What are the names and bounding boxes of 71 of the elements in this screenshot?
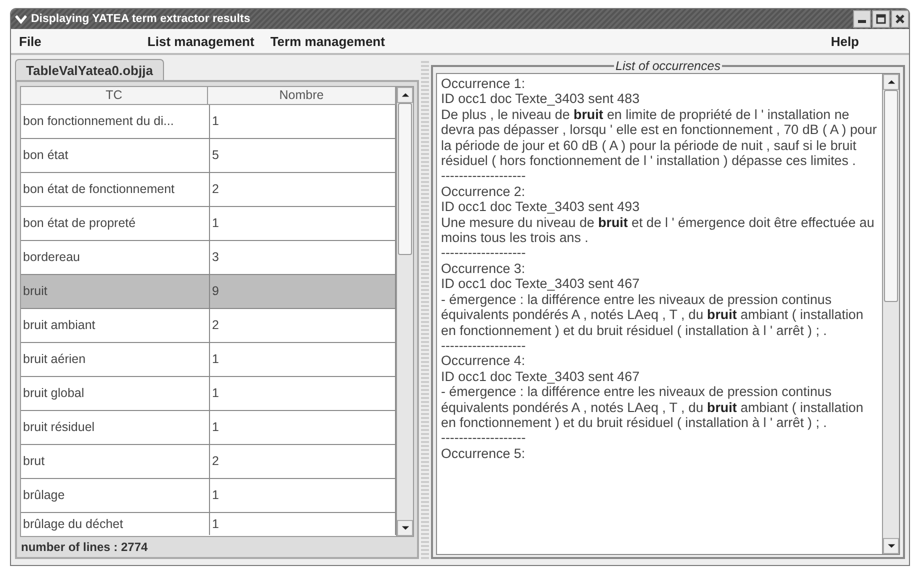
table-row[interactable]: brûlage 1 [21,479,396,513]
separator-line: ------------------- [441,168,527,184]
table-row[interactable]: bruit résiduel 1 [21,411,396,445]
table-row[interactable]: bruit aérien 1 [21,343,396,377]
table-row[interactable]: bruit 9 [21,275,396,309]
table-row[interactable]: bruit ambiant 2 [21,309,396,343]
occurrence-text: Une mesure du niveau de bruit et de l ' émergence doit être effectuée au moins tous les trois ans . [441,214,876,246]
window-title: Displaying YATEA term extractor results [31,13,250,25]
table-row[interactable]: bon état de fonctionnement 2 [21,173,396,207]
occurrence-id: ID occ1 doc Texte_3403 sent 493 [441,199,641,215]
separator-line: ------------------- [441,338,527,354]
occurrence-text: - émergence : la différence entre les niveaux de pression continus équivalents pondérés A , notés LAeq , T , du bruit ambiant ( installation en fonctionnement ) et du bruit résiduel ( installation à l ' arrêt ) ; . [441,384,864,430]
table-cell: bordereau [21,241,210,274]
table-cell: brûlage du déchet [21,513,210,535]
occurrence-text: - émergence : la différence entre les niveaux de pression continus équivalents pondérés A , notés LAeq , T , du bruit ambiant ( installation en fonctionnement ) et du bruit résiduel ( installation à l ' arrêt ) ; . [441,292,864,338]
maximize-button[interactable] [872,10,890,28]
table-cell: bruit [21,275,210,308]
table-cell: bruit résiduel [21,411,210,444]
table-cell: brûlage [21,479,210,512]
scroll-down-button[interactable] [397,520,413,536]
column-header[interactable]: TC [21,87,208,104]
separator-line: ------------------- [441,430,527,446]
occurrence-id: ID occ1 doc Texte_3403 sent 467 [441,276,641,292]
scrollbar[interactable] [396,87,413,536]
occurrence-heading: Occurrence 2: [441,184,526,200]
table-row[interactable]: bruit global 1 [21,377,396,411]
close-icon [895,14,905,24]
separator-line: ------------------- [441,245,527,261]
table-row[interactable]: bon fonctionnement du di... 1 [21,105,396,139]
table-cell: bon état [21,139,210,172]
panel-title: List of occurrences [614,59,722,73]
menu-item[interactable]: Term management [262,34,393,48]
occurrence-text: De plus , le niveau de bruit en limite de propriété de l ' installation ne devra pas dépasser , lorsqu ' elle est en fonctionnement , 70 dB ( A ) pour la période de jour et 60 dB ( A ) pour la période de nuit , sauf si le bruit résiduel ( hors fonctionnement de l ' installation ) dépasse ces limites . [441,106,878,168]
table-row[interactable]: bon état de propreté 1 [21,207,396,241]
line-count: number of lines : 2774 [20,539,149,555]
table-cell: bon état de propreté [21,207,210,240]
triangle-down-icon [886,543,896,549]
menu-item[interactable]: File [11,34,50,48]
triangle-up-icon [886,79,896,85]
occurrence-heading: Occurrence 4: [441,353,526,369]
menu-item[interactable]: Help [822,34,867,48]
table-cell: bon état de fonctionnement [21,173,210,206]
occurrence-heading: Occurrence 1: [441,76,526,92]
scroll-thumb[interactable] [884,90,898,302]
occurrence-heading: Occurrence 5: [441,446,526,462]
table-row[interactable]: brûlage du déchet 1 [21,513,396,535]
table-row[interactable]: bon état 5 [21,139,396,173]
close-button[interactable] [891,10,909,28]
scroll-down-button[interactable] [883,538,899,554]
scroll-up-button[interactable] [883,74,899,90]
table-row[interactable]: brut 2 [21,445,396,479]
maximize-icon [876,14,886,24]
occurrence-id: ID occ1 doc Texte_3403 sent 483 [441,91,641,107]
occurrence-heading: Occurrence 3: [441,260,526,276]
table-cell: bon fonctionnement du di... [21,105,210,138]
triangle-down-icon [400,525,410,531]
scrollbar[interactable] [882,74,899,554]
chevron-down-icon[interactable] [15,14,27,24]
occurrence-id: ID occ1 doc Texte_3403 sent 467 [441,368,641,384]
triangle-up-icon [400,92,410,98]
table-cell: bruit aérien [21,343,210,376]
table-row[interactable]: bordereau 3 [21,241,396,275]
splitter-handle[interactable] [421,59,429,559]
scroll-up-button[interactable] [397,87,413,103]
scroll-thumb[interactable] [398,103,412,255]
minimize-button[interactable] [853,10,871,28]
table-cell: bruit global [21,377,210,410]
table-cell: brut [21,445,210,478]
table-cell: bruit ambiant [21,309,210,342]
menu-item[interactable]: List management [139,34,262,48]
tab[interactable]: TableValYatea0.objja [15,59,164,80]
